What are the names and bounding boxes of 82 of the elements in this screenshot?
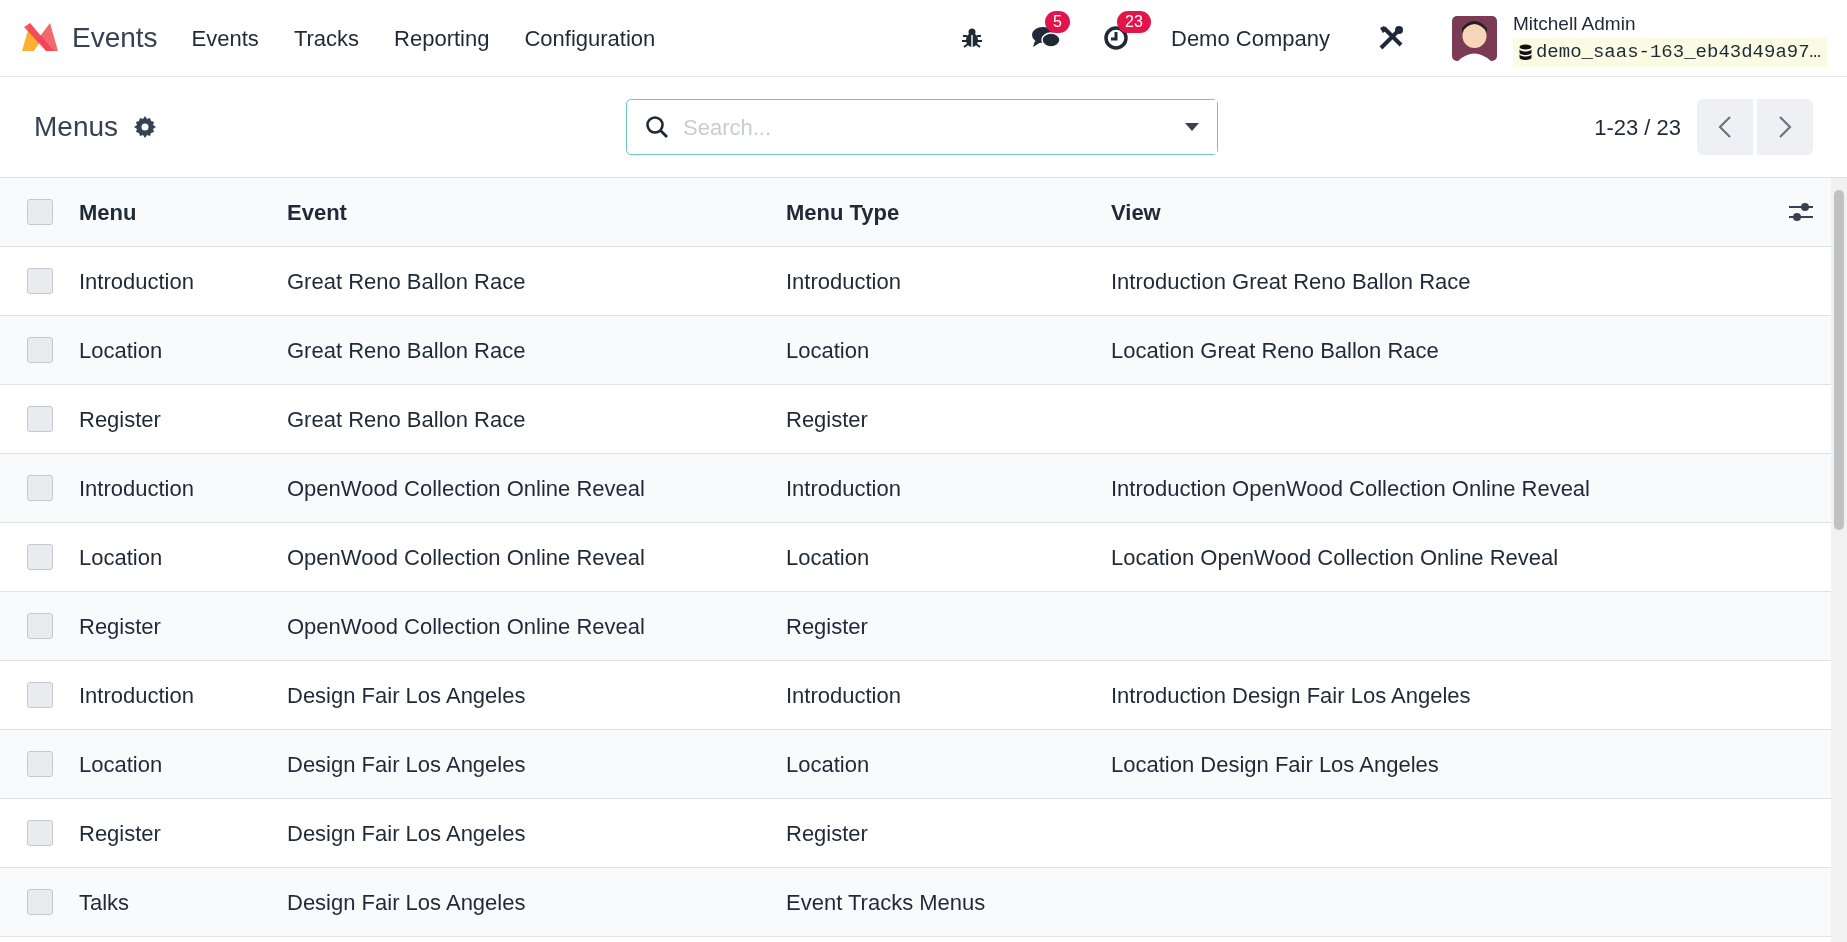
tools-icon[interactable] <box>1377 25 1404 51</box>
table-cell-text: Introduction <box>79 681 194 710</box>
column-header[interactable]: View <box>1111 195 1161 229</box>
user-name[interactable]: Mitchell Admin <box>1512 9 1827 38</box>
row-checkbox[interactable] <box>27 268 53 294</box>
activity-count: 23 <box>1117 11 1151 33</box>
table-cell-text: Location <box>786 543 870 572</box>
table-cell-text: Introduction Great Reno Ballon Race <box>1111 267 1471 296</box>
column-header[interactable]: Menu <box>79 195 137 229</box>
menu-item[interactable]: Reporting <box>394 21 490 55</box>
table-cell-text: Location <box>79 543 163 572</box>
row-checkbox[interactable] <box>27 475 53 501</box>
table-cell-text: Talks <box>79 888 130 917</box>
table-cell-text: Register <box>786 819 868 848</box>
row-checkbox[interactable] <box>27 337 53 363</box>
table-cell-text: Introduction <box>79 267 194 296</box>
chevron-right-icon <box>1778 115 1792 139</box>
row-checkbox[interactable] <box>27 682 53 708</box>
table-cell-text: OpenWood Collection Online Reveal <box>287 543 645 572</box>
table-cell-text: OpenWood Collection Online Reveal <box>287 474 645 503</box>
table-cell-text: Great Reno Ballon Race <box>287 405 526 434</box>
table-cell-text: Location OpenWood Collection Online Reveal <box>1111 543 1559 572</box>
sliders-icon[interactable] <box>1789 201 1813 223</box>
database-icon <box>1518 43 1532 61</box>
pager-value: 1-23 / 23 <box>1594 113 1681 142</box>
next-button[interactable] <box>1757 99 1813 155</box>
column-header[interactable]: Event <box>287 195 347 229</box>
table-cell-text: Location Design Fair Los Angeles <box>1111 750 1439 779</box>
row-checkbox[interactable] <box>27 544 53 570</box>
table-row[interactable]: Introduction OpenWood Collection Online Reveal Introduction Introduction OpenWood Collection Online Reveal <box>0 454 1831 523</box>
table-cell-text: Register <box>79 612 161 641</box>
row-checkbox[interactable] <box>27 406 53 432</box>
table-cell-text: Introduction <box>786 267 901 296</box>
row-checkbox[interactable] <box>27 820 53 846</box>
table-cell-text: Design Fair Los Angeles <box>287 750 526 779</box>
row-checkbox[interactable] <box>27 613 53 639</box>
scrollbar-thumb[interactable] <box>1834 190 1844 530</box>
table-cell-text: OpenWood Collection Online Reveal <box>287 612 645 641</box>
row-checkbox[interactable] <box>27 889 53 915</box>
table-cell-text: Register <box>79 405 161 434</box>
bug-icon[interactable] <box>961 27 983 49</box>
menu-item[interactable]: Configuration <box>524 21 656 55</box>
table-cell-text: Introduction OpenWood Collection Online Reveal <box>1111 474 1590 503</box>
table-row[interactable]: Talks Design Fair Los Angeles Event Tracks Menus <box>0 868 1831 937</box>
message-count: 5 <box>1045 11 1070 33</box>
select-all-checkbox[interactable] <box>27 199 53 225</box>
table-cell-text: Location <box>786 336 870 365</box>
previous-button[interactable] <box>1697 99 1753 155</box>
company-switcher[interactable]: Demo Company <box>1171 21 1330 55</box>
table-cell-text: Location <box>79 750 163 779</box>
table-cell-text: Register <box>79 819 161 848</box>
table-cell-text: Register <box>786 612 868 641</box>
caret-icon <box>1185 123 1199 131</box>
avatar-icon[interactable] <box>1451 15 1497 61</box>
row-checkbox[interactable] <box>27 751 53 777</box>
clock-icon[interactable] <box>1103 25 1129 51</box>
gear-icon[interactable] <box>134 116 157 138</box>
chevron-left-icon <box>1718 115 1732 139</box>
table-cell-text: Introduction <box>79 474 194 503</box>
menu-item[interactable]: Events <box>191 21 259 55</box>
table-cell-text: Introduction Design Fair Los Angeles <box>1111 681 1471 710</box>
table-cell-text: Location <box>786 750 870 779</box>
search-icon <box>645 115 669 139</box>
table-cell-text: Location Great Reno Ballon Race <box>1111 336 1439 365</box>
table-cell-text: Great Reno Ballon Race <box>287 336 526 365</box>
table-cell-text: Design Fair Los Angeles <box>287 888 526 917</box>
table-cell-text: Great Reno Ballon Race <box>287 267 526 296</box>
table-row[interactable]: Location Great Reno Ballon Race Location Location Great Reno Ballon Race <box>0 316 1831 385</box>
menu-item[interactable]: Tracks <box>293 21 360 55</box>
table-cell-text: Register <box>786 405 868 434</box>
database-text: demo_saas-163_eb43d49a97… <box>1535 40 1821 65</box>
table-cell-text: Design Fair Los Angeles <box>287 819 526 848</box>
table-cell-text: Location <box>79 336 163 365</box>
table-cell-text: Introduction <box>786 474 901 503</box>
table-row[interactable]: Location Design Fair Los Angeles Location Location Design Fair Los Angeles <box>0 730 1831 799</box>
column-header[interactable]: Menu Type <box>786 195 900 229</box>
app-name[interactable]: Events <box>72 17 158 59</box>
page-title: Menus <box>34 110 119 144</box>
table-cell-text: Introduction <box>786 681 901 710</box>
table-cell-text: Event Tracks Menus <box>786 888 986 917</box>
table-cell-text: Design Fair Los Angeles <box>287 681 526 710</box>
table-row[interactable]: Register OpenWood Collection Online Reveal Register <box>0 592 1831 661</box>
